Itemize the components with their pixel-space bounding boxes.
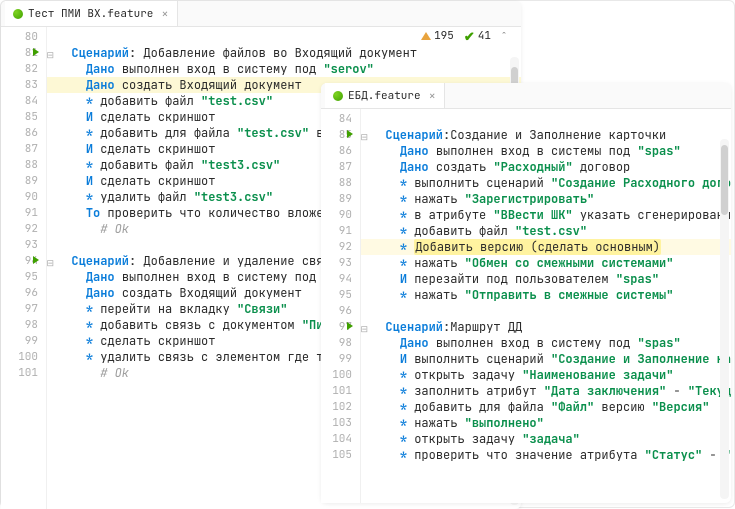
fold-icon[interactable]: ⊟	[46, 255, 54, 271]
code-line[interactable]	[57, 29, 521, 45]
tab-label: Тест ПМИ ВХ.feature	[28, 7, 153, 21]
gutter-line[interactable]: 89	[1, 173, 46, 189]
code-line[interactable]: * проверить что значение атрибута "Стату…	[371, 447, 731, 463]
code-line[interactable]: * в атрибуте "ВВести ШК" указать сгенери…	[371, 207, 731, 223]
gutter-line[interactable]: 96	[321, 303, 360, 319]
code-line[interactable]: Сценарий:Маршрут ДД	[371, 319, 731, 335]
gutter-line[interactable]: 90	[321, 207, 360, 223]
scrollbar-right[interactable]	[720, 139, 729, 499]
gutter-line[interactable]: 102	[321, 399, 360, 415]
gutter-line[interactable]: 83	[1, 77, 46, 93]
code-line[interactable]: * Добавить версию (сделать основным)	[361, 239, 731, 255]
code-line[interactable]: Дано выполнен вход в систему под "serov"	[57, 61, 521, 77]
run-icon[interactable]	[33, 256, 39, 264]
run-icon[interactable]	[347, 130, 353, 138]
gutter-line[interactable]: 88	[321, 175, 360, 191]
gutter-line[interactable]: 100	[1, 349, 46, 365]
gutter-line[interactable]: 84	[1, 93, 46, 109]
fold-icon[interactable]: ⊟	[46, 47, 54, 63]
fold-icon[interactable]: ⊟	[360, 321, 368, 337]
cucumber-icon	[333, 91, 343, 101]
code-line[interactable]: * добавить для файла "Файл" версию "Верс…	[371, 399, 731, 415]
gutter-line[interactable]: 103	[321, 415, 360, 431]
gutter-line[interactable]: 104	[321, 431, 360, 447]
scrollthumb[interactable]	[721, 145, 728, 215]
gutter-line[interactable]: 87	[1, 141, 46, 157]
code-line[interactable]: И выполнить сценарий "Создание и Заполне…	[371, 351, 731, 367]
tab-left-file[interactable]: Тест ПМИ ВХ.feature ×	[5, 1, 178, 26]
gutter-line[interactable]: 99	[1, 333, 46, 349]
gutter-line[interactable]: 98	[321, 335, 360, 351]
code-line[interactable]: * нажать "Обмен со смежными системами"	[371, 255, 731, 271]
gutter-line[interactable]: 80	[1, 29, 46, 45]
tab-label: ЕБД.feature	[348, 89, 421, 103]
gutter-line[interactable]: 101	[321, 383, 360, 399]
gutter-line[interactable]: 91	[1, 205, 46, 221]
gutter-line[interactable]: 101	[1, 365, 46, 381]
gutter-line[interactable]: 81⊟	[1, 45, 46, 61]
code-line[interactable]: Сценарий:Создание и Заполнение карточки	[371, 127, 731, 143]
code-line[interactable]: Дано выполнен вход в системы под "spas"	[371, 143, 731, 159]
tabbar-right: ЕБД.feature ×	[321, 83, 731, 109]
gutter-line[interactable]: 88	[1, 157, 46, 173]
gutter-line[interactable]: 93	[321, 255, 360, 271]
gutter-line[interactable]: 86	[321, 143, 360, 159]
gutter-line[interactable]: 105	[321, 447, 360, 463]
gutter-line[interactable]: 86	[1, 125, 46, 141]
gutter-line[interactable]: 97⊟	[321, 319, 360, 335]
fold-icon[interactable]: ⊟	[360, 129, 368, 145]
code-line[interactable]: * открыть задачу "Наименование задачи"	[371, 367, 731, 383]
close-icon[interactable]: ×	[429, 88, 436, 104]
gutter-line[interactable]: 93	[1, 237, 46, 253]
gutter-line[interactable]: 98	[1, 317, 46, 333]
gutter-line[interactable]: 92	[1, 221, 46, 237]
gutter-line[interactable]: 89	[321, 191, 360, 207]
gutter-line[interactable]: 95	[321, 287, 360, 303]
code-line[interactable]: * выполнить сценарий "Создание Расходног…	[371, 175, 731, 191]
close-icon[interactable]: ×	[161, 6, 168, 22]
gutter-line[interactable]: 92	[321, 239, 360, 255]
code-line[interactable]	[371, 111, 731, 127]
code-line[interactable]: И перезайти под пользователем "spas"	[371, 271, 731, 287]
code-line[interactable]: * нажать "выполнено"	[371, 415, 731, 431]
gutter-line[interactable]: 96	[1, 285, 46, 301]
gutter-line[interactable]: 99	[321, 351, 360, 367]
gutter-left[interactable]: 8081⊟82838485868788899091929394⊟95969798…	[1, 27, 47, 509]
code-line[interactable]: * открыть задачу "задача"	[371, 431, 731, 447]
gutter-line[interactable]: 82	[1, 61, 46, 77]
gutter-line[interactable]: 84	[321, 111, 360, 127]
run-icon[interactable]	[33, 48, 39, 56]
tab-right-file[interactable]: ЕБД.feature ×	[325, 83, 445, 108]
code-line[interactable]: Сценарий: Добавление файлов во Входящий …	[57, 45, 521, 61]
gutter-line[interactable]: 95	[1, 269, 46, 285]
code-line[interactable]: * нажать "Зарегистрировать"	[371, 191, 731, 207]
code-line[interactable]	[371, 303, 731, 319]
right-editor[interactable]: 8485⊟868788899091929394959697⊟9899100101…	[321, 109, 731, 503]
code-line[interactable]: * нажать "Отправить в смежные системы"	[371, 287, 731, 303]
code-line[interactable]: * добавить файл "test.csv"	[371, 223, 731, 239]
code-right[interactable]: Сценарий:Создание и Заполнение карточки …	[361, 109, 731, 503]
gutter-line[interactable]: 90	[1, 189, 46, 205]
tabbar-left: Тест ПМИ ВХ.feature ×	[1, 1, 521, 27]
gutter-line[interactable]: 94	[321, 271, 360, 287]
run-icon[interactable]	[347, 322, 353, 330]
cucumber-icon	[13, 9, 23, 19]
gutter-line[interactable]: 100	[321, 367, 360, 383]
code-line[interactable]: * заполнить атрибут "Дата заключения" - …	[371, 383, 731, 399]
gutter-line[interactable]: 85⊟	[321, 127, 360, 143]
gutter-line[interactable]: 94⊟	[1, 253, 46, 269]
gutter-line[interactable]: 85	[1, 109, 46, 125]
code-line[interactable]: Дано создать "Расходный" договор	[371, 159, 731, 175]
gutter-line[interactable]: 97	[1, 301, 46, 317]
gutter-line[interactable]: 87	[321, 159, 360, 175]
right-editor-panel: ЕБД.feature × 8485⊟868788899091929394959…	[321, 83, 731, 503]
code-line[interactable]: Дано выполнен вход в систему под "spas"	[371, 335, 731, 351]
gutter-line[interactable]: 91	[321, 223, 360, 239]
gutter-right[interactable]: 8485⊟868788899091929394959697⊟9899100101…	[321, 109, 361, 503]
